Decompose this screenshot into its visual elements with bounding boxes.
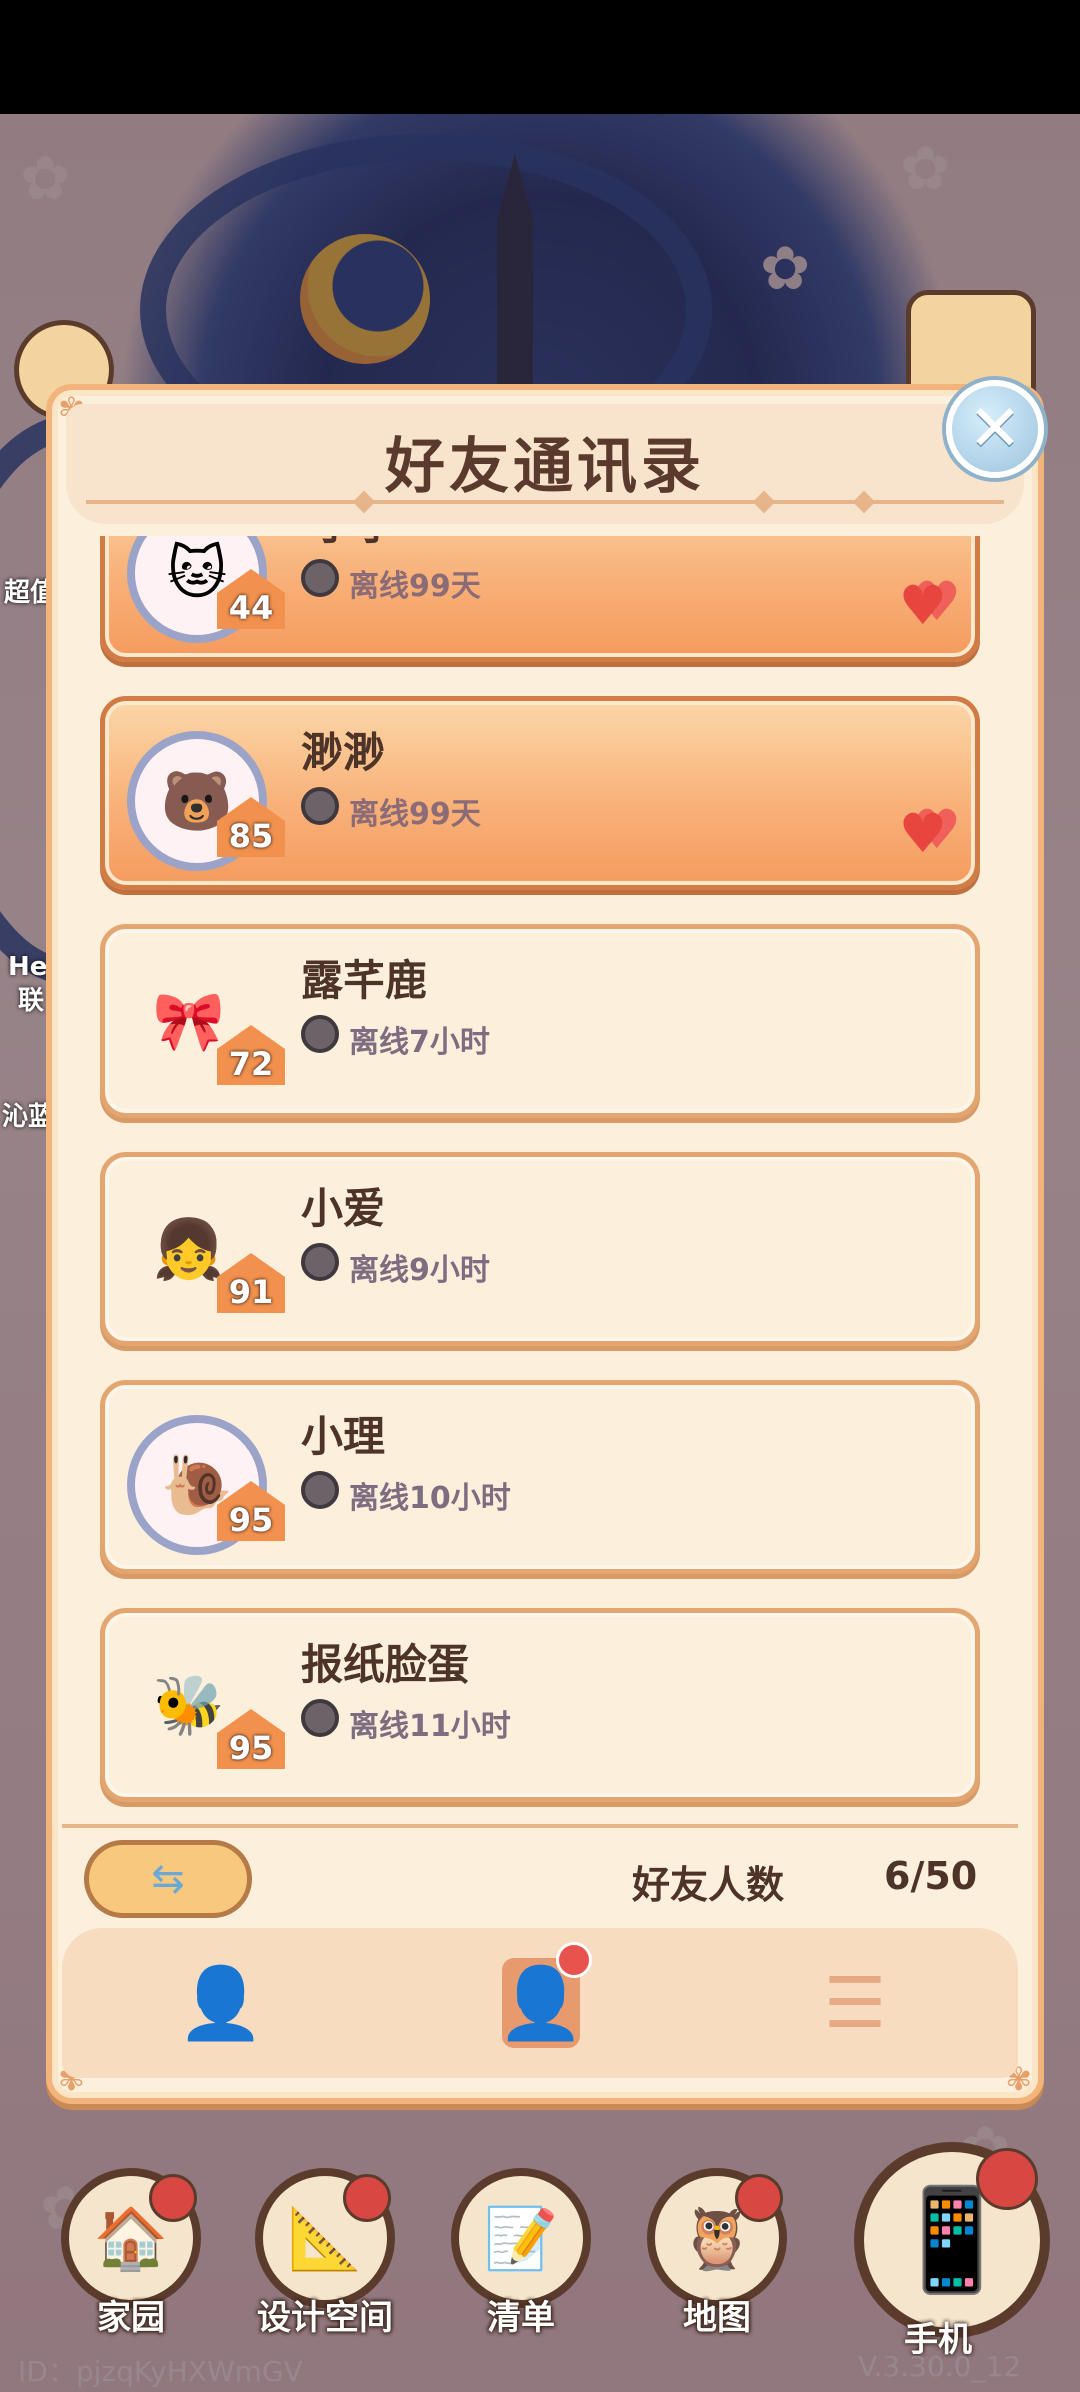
friend-status: 离线99天	[349, 797, 481, 832]
heart-icon: ♥	[898, 574, 947, 637]
nav-checklist[interactable]: 📝 清单	[446, 2168, 596, 2339]
friend-card[interactable]: 👧 91 小爱 离线9小时	[100, 1152, 980, 1346]
divider-diamond	[752, 490, 776, 514]
friend-card[interactable]: 🐻 85 渺渺 离线99天 ♥	[100, 696, 980, 890]
friend-status: 离线9小时	[349, 1253, 490, 1288]
nav-design-space[interactable]: 📐 设计空间	[250, 2168, 400, 2339]
offline-status-icon	[301, 1699, 339, 1737]
notification-dot	[149, 2174, 197, 2222]
divider-diamond	[352, 490, 376, 514]
version-text: V.3.30.0_12	[858, 2350, 1022, 2383]
friend-name: 小理	[301, 1412, 386, 1461]
player-id: ID：pjzqKyHXWmGV	[18, 2355, 303, 2388]
side-label: 联	[18, 986, 45, 1016]
divider-diamond	[852, 490, 876, 514]
switch-view-button[interactable]: ⇆	[84, 1840, 252, 1918]
switch-arrows-icon: ⇆	[151, 1856, 185, 1902]
dialog-title: 好友通讯录	[385, 431, 705, 502]
friend-count-label: 好友人数	[632, 1863, 785, 1907]
add-friend-icon: 👤	[177, 1961, 265, 2044]
friend-card[interactable]: 🎀 72 露芊鹿 离线7小时	[100, 924, 980, 1118]
offline-status-icon	[301, 1243, 339, 1281]
offline-status-icon	[301, 559, 339, 597]
nav-home[interactable]: 🏠 家园	[56, 2168, 206, 2339]
friend-name: 露芊鹿	[301, 956, 428, 1005]
friend-card[interactable]: 🐱 44 可可 离线99天 ♥	[100, 536, 980, 662]
dialog-tab-bar: 👤 👤 ☰	[62, 1928, 1018, 2078]
nav-checklist-label: 清单	[487, 2298, 555, 2338]
notification-dot	[735, 2174, 783, 2222]
notification-dot	[976, 2148, 1038, 2210]
offline-status-icon	[301, 787, 339, 825]
nav-home-label: 家园	[97, 2298, 165, 2338]
close-icon: ✕	[968, 392, 1022, 466]
list-icon: ☰	[823, 1962, 887, 2044]
friend-status: 离线7小时	[349, 1025, 490, 1060]
tab-list[interactable]: ☰	[800, 1948, 910, 2058]
friend-status: 离线10小时	[349, 1481, 511, 1516]
friend-count-value: 6/50	[884, 1854, 978, 1898]
friend-list[interactable]: 🐱 44 可可 离线99天 ♥ 🐻 85 渺渺 离线99天 ♥ 🎀 72 露芊鹿…	[54, 536, 1026, 1826]
nav-map[interactable]: 🦉 地图	[642, 2168, 792, 2339]
tab-contacts[interactable]: 👤	[486, 1942, 596, 2058]
friend-name: 可可	[301, 536, 385, 552]
footer-divider	[62, 1824, 1018, 1828]
notification-dot	[343, 2174, 391, 2222]
offline-status-icon	[301, 1471, 339, 1509]
offline-status-icon	[301, 1015, 339, 1053]
friend-status: 离线11小时	[349, 1709, 511, 1744]
tab-add-friend[interactable]: 👤	[166, 1948, 276, 2058]
checklist-icon: 📝	[483, 2203, 559, 2274]
friend-name: 小爱	[301, 1184, 386, 1233]
nav-design-label: 设计空间	[257, 2298, 393, 2338]
notification-dot	[556, 1942, 592, 1978]
heart-icon: ♥	[898, 802, 947, 865]
friend-name: 渺渺	[301, 728, 386, 777]
side-label: He	[8, 952, 48, 982]
friend-name: 报纸脸蛋	[301, 1640, 470, 1689]
nav-map-label: 地图	[683, 2298, 751, 2338]
friend-status: 离线99天	[349, 569, 481, 604]
friend-card[interactable]: 🐝 95 报纸脸蛋 离线11小时	[100, 1608, 980, 1802]
friend-card[interactable]: 🐌 95 小理 离线10小时	[100, 1380, 980, 1574]
close-button[interactable]: ✕	[946, 380, 1044, 478]
title-bar: 好友通讯录	[66, 404, 1024, 524]
